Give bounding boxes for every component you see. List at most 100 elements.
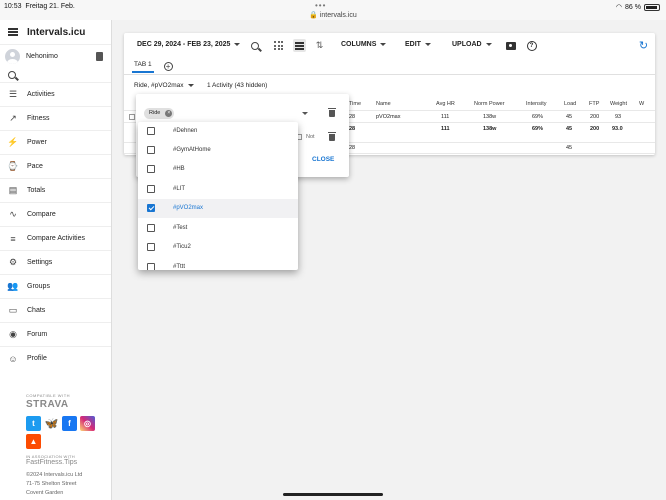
add-tab-icon[interactable]: + (163, 61, 173, 71)
refresh-button[interactable]: ↻ (637, 39, 650, 52)
filter-chip-ride[interactable]: Ride × (144, 108, 175, 119)
list-item[interactable]: #LIT (138, 180, 298, 199)
checkbox[interactable] (147, 243, 155, 251)
sort-button[interactable]: ⇅ (313, 39, 326, 52)
edit-button[interactable]: EDIT (405, 41, 431, 48)
chevron-down-icon[interactable] (302, 112, 308, 115)
sidebar-item-totals[interactable]: ▤ Totals (0, 178, 111, 202)
search-button[interactable] (248, 39, 261, 52)
avatar (5, 49, 20, 64)
compare-list-icon: ≡ (10, 233, 16, 244)
help-icon: ? (526, 40, 537, 51)
close-icon[interactable]: × (165, 110, 173, 117)
list-item[interactable]: #Tttt (138, 258, 298, 270)
sidebar-item-profile[interactable]: ☺ Profile (0, 346, 111, 370)
face-icon: ☺ (8, 353, 18, 364)
search-icon[interactable] (8, 71, 16, 79)
toolbar: DEC 29, 2024 - FEB 23, 2025 ⇅ COLUMNS ED… (124, 33, 655, 57)
sidebar: Intervals.icu Nehonimo ☰ Activities ↗ Fitn… (0, 20, 112, 500)
row-select-checkbox[interactable] (129, 114, 135, 120)
close-button[interactable]: CLOSE (312, 156, 334, 163)
sidebar-item-activities[interactable]: ☰ Activities (0, 82, 111, 106)
more-dots-icon[interactable]: ••• (315, 1, 326, 10)
column-header-load[interactable]: Load (564, 101, 576, 107)
column-header-time[interactable]: Time (349, 101, 361, 107)
home-indicator[interactable] (283, 493, 383, 496)
forum-icon: ◉ (9, 329, 17, 339)
battery-icon (644, 3, 660, 11)
cell-avg-hr: 111 (441, 114, 450, 120)
not-label: Not (306, 134, 315, 140)
twitter-icon[interactable]: t (26, 416, 41, 431)
column-header-norm-power[interactable]: Norm Power (474, 101, 505, 107)
help-button[interactable]: ? (525, 39, 538, 52)
column-header-intensity[interactable]: Intensity (526, 101, 546, 107)
checkbox[interactable] (147, 165, 155, 173)
checkbox[interactable] (147, 185, 155, 193)
column-header-w[interactable]: W (639, 101, 644, 107)
sidebar-item-compare-activities[interactable]: ≡ Compare Activities (0, 226, 111, 250)
column-header-weight[interactable]: Weight (610, 101, 627, 107)
bluesky-icon[interactable]: 🦋 (44, 416, 59, 431)
list-item[interactable]: #HB (138, 160, 298, 179)
checkbox[interactable] (147, 224, 155, 232)
delete-icon[interactable] (328, 132, 336, 141)
checkbox[interactable] (147, 263, 155, 270)
sidebar-item-power[interactable]: ⚡ Power (0, 130, 111, 154)
checkbox-checked[interactable] (147, 204, 155, 212)
sidebar-item-forum[interactable]: ◉ Forum (0, 322, 111, 346)
compare-icon: ∿ (9, 209, 17, 219)
lock-icon: 🔒 (309, 12, 318, 19)
list-icon (295, 41, 304, 50)
camera-icon (505, 41, 516, 50)
compatible-label: COMPATIBLE WITH (26, 393, 71, 398)
sidebar-item-fitness[interactable]: ↗ Fitness (0, 106, 111, 130)
fastfitness-link[interactable]: FastFitness.Tips (26, 459, 110, 466)
sidebar-item-groups[interactable]: 👥 Groups (0, 274, 111, 298)
column-header-ftp[interactable]: FTP (589, 101, 599, 107)
column-header-name[interactable]: Name (376, 101, 391, 107)
list-icon: ☰ (8, 89, 18, 99)
list-item[interactable]: #pVO2max (138, 199, 298, 218)
date-range-button[interactable]: DEC 29, 2024 - FEB 23, 2025 (137, 41, 241, 48)
strava-icon[interactable]: ▲ (26, 434, 41, 449)
sidebar-item-chats[interactable]: ▭ Chats (0, 298, 111, 322)
user-row[interactable]: Nehonimo (0, 44, 111, 68)
gear-icon: ⚙ (8, 257, 18, 267)
columns-button[interactable]: COLUMNS (341, 41, 387, 48)
filter-selector[interactable]: Ride, #pVO2max (134, 82, 194, 89)
list-item[interactable]: #GymAtHome (138, 141, 298, 160)
cell-load: 45 (566, 114, 573, 120)
checkbox[interactable] (147, 127, 155, 135)
sidebar-item-pace[interactable]: ⌚ Pace (0, 154, 111, 178)
brand-title[interactable]: Intervals.icu (27, 27, 85, 38)
activity-count: 1 Activity (43 hidden) (207, 82, 268, 89)
column-header-avg-hr[interactable]: Avg HR (436, 101, 455, 107)
tab-1[interactable]: TAB 1 (132, 59, 154, 73)
list-item[interactable]: #Ticu2 (138, 238, 298, 257)
grid-view-button[interactable] (272, 39, 285, 52)
summary-avg-hr: 111 (441, 126, 450, 132)
screenshot-button[interactable] (504, 39, 517, 52)
summary-norm-power: 138w (483, 126, 497, 132)
checkbox[interactable] (147, 146, 155, 154)
cell-name[interactable]: pVO2max (376, 114, 400, 120)
menu-icon[interactable] (8, 28, 18, 36)
sort-icon: ⇅ (315, 40, 324, 50)
strava-logo[interactable]: STRAVA (26, 399, 110, 410)
upload-button[interactable]: UPLOAD (452, 41, 492, 48)
sidebar-item-settings[interactable]: ⚙ Settings (0, 250, 111, 274)
facebook-icon[interactable]: f (62, 416, 77, 431)
chevron-down-icon (187, 83, 194, 87)
delete-icon[interactable] (328, 108, 336, 117)
list-item[interactable]: #Dehnen (138, 122, 298, 141)
sidebar-item-compare[interactable]: ∿ Compare (0, 202, 111, 226)
list-view-button[interactable] (293, 39, 306, 52)
list-item[interactable]: #Test (138, 219, 298, 238)
document-icon[interactable] (96, 52, 103, 61)
sidebar-search[interactable] (0, 68, 111, 82)
grid-icon (274, 41, 283, 50)
address-bar[interactable]: 🔒 intervals.icu (0, 11, 666, 19)
chat-icon: ▭ (8, 305, 18, 315)
instagram-icon[interactable]: ◎ (80, 416, 95, 431)
